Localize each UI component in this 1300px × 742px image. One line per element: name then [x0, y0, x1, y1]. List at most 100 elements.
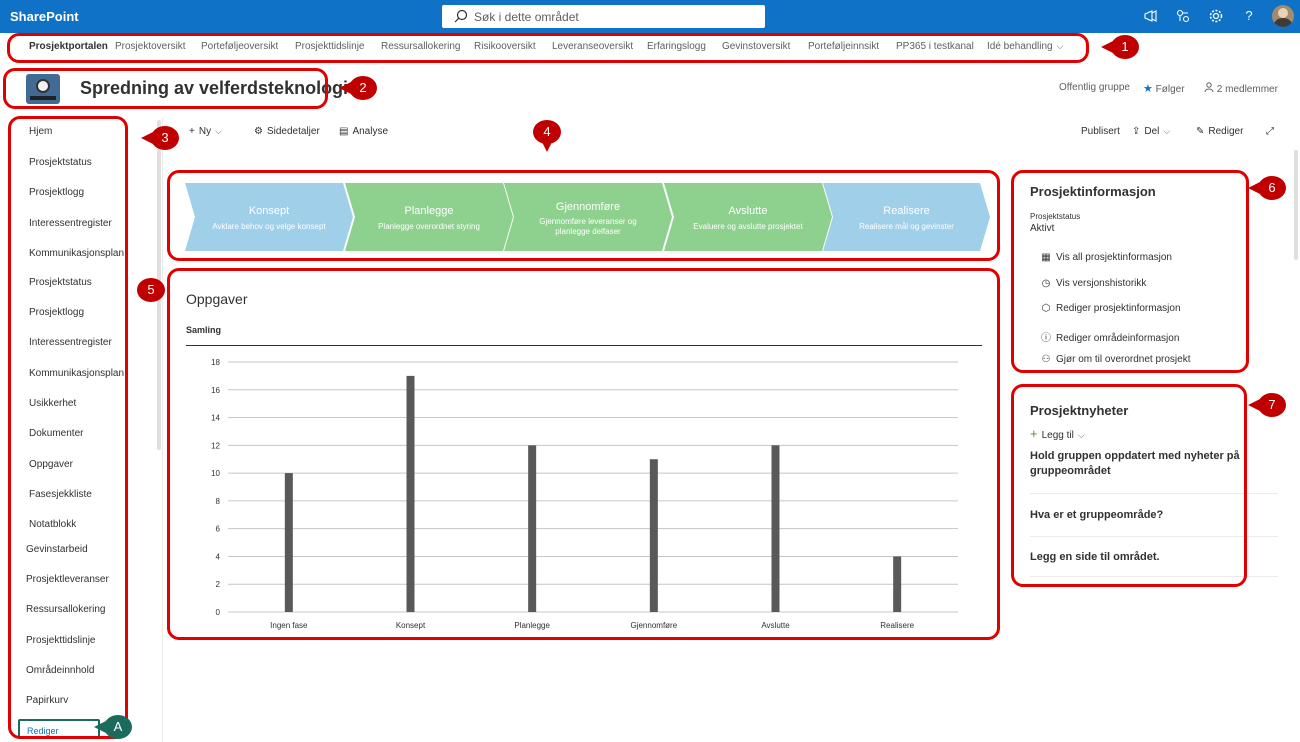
hub-item-prosjektportalen[interactable]: Prosjektportalen [29, 41, 108, 52]
help-icon[interactable]: ? [1241, 8, 1257, 24]
nav-item-usikkerhet[interactable]: Usikkerhet [29, 398, 76, 409]
hub-item-porteføljeinnsikt[interactable]: Porteføljeinnsikt [808, 41, 879, 52]
new-button[interactable]: + Ny ⌵ [189, 126, 222, 137]
hub-item-ressursallokering[interactable]: Ressursallokering [381, 41, 460, 52]
nav-item-prosjektstatus[interactable]: Prosjektstatus [29, 157, 92, 168]
phase-planlegge[interactable]: Planlegge Planlegge overordnet styring [345, 183, 513, 251]
search-icon [454, 9, 468, 23]
bar[interactable] [406, 375, 415, 612]
follow-button[interactable]: ★ Følger [1143, 82, 1185, 95]
phase-realisere[interactable]: Realisere Realisere mål og gevinster [823, 183, 990, 251]
nav-item-prosjektlogg[interactable]: Prosjektlogg [29, 187, 84, 198]
hub-item-risikooversikt[interactable]: Risikooversikt [474, 41, 536, 52]
analytics-button[interactable]: ▤ Analyse [339, 126, 388, 137]
phase-avslutte[interactable]: Avslutte Evaluere og avslutte prosjektet [664, 183, 832, 251]
share-button[interactable]: ⇪ Del ⌵ [1132, 126, 1170, 137]
nav-item-interessentregister[interactable]: Interessentregister [29, 218, 112, 229]
gear-icon[interactable] [1208, 8, 1224, 24]
person-icon [1204, 82, 1214, 93]
phase-gjennomfore-desc: Gjennomføre leveranser og planlegge delf… [539, 217, 637, 236]
new-label: Ny [198, 126, 212, 137]
hub-item-pp365-testkanal[interactable]: PP365 i testkanal [896, 41, 974, 52]
edit-page-label: Rediger [1208, 126, 1244, 137]
version-history-label: Vis versjonshistorikk [1056, 278, 1147, 289]
view-all-project-info-link[interactable]: ▦ Vis all prosjektinformasjon [1040, 252, 1172, 263]
nav-item-prosjekttidslinje[interactable]: Prosjekttidslinje [26, 635, 95, 646]
nav-item-prosjektleveranser[interactable]: Prosjektleveranser [26, 574, 109, 585]
edit-site-info-label: Rediger områdeinformasjon [1056, 333, 1180, 344]
bar[interactable] [649, 459, 658, 612]
hub-item-gevinstoversikt[interactable]: Gevinstoversikt [722, 41, 790, 52]
bar[interactable] [528, 445, 537, 612]
share-icon[interactable] [1175, 8, 1191, 24]
edit-page-button[interactable]: ✎ Rediger [1196, 126, 1243, 137]
sharepoint-brand-link[interactable]: SharePoint [10, 9, 79, 24]
site-title[interactable]: Spredning av velferdsteknologi [80, 78, 348, 99]
nav-item-dokumenter[interactable]: Dokumenter [29, 428, 83, 439]
news-item[interactable]: Hold gruppen oppdatert med nyheter på gr… [1030, 449, 1250, 479]
nav-item-fasesjekkliste[interactable]: Fasesjekkliste [29, 489, 92, 500]
callout-2: 2 [339, 76, 377, 100]
phase-realisere-arrow [823, 183, 990, 251]
view-all-project-info-label: Vis all prosjektinformasjon [1056, 252, 1172, 263]
members-button[interactable]: 2 medlemmer [1204, 82, 1278, 95]
nav-item-gevinstarbeid[interactable]: Gevinstarbeid [26, 544, 88, 555]
hub-item-prosjekttidslinje[interactable]: Prosjekttidslinje [295, 41, 364, 52]
phase-gjennomfore[interactable]: Gjennomføre Gjennomføre leveranser og pl… [504, 183, 672, 251]
convert-parent-project-link[interactable]: ⚇ Gjør om til overordnet prosjekt [1040, 354, 1191, 365]
avatar[interactable] [1272, 5, 1294, 27]
edit-site-info-link[interactable]: ⓘ Rediger områdeinformasjon [1040, 329, 1179, 344]
edit-project-info-label: Rediger prosjektinformasjon [1056, 303, 1181, 314]
bar[interactable] [284, 473, 293, 612]
nav-item-kommunikasjonsplan-2[interactable]: Kommunikasjonsplan [29, 368, 124, 379]
chevron-down-icon: ⌵ [1077, 430, 1085, 440]
edit-nav-link[interactable]: Rediger [18, 719, 100, 738]
nav-item-prosjektlogg-2[interactable]: Prosjektlogg [29, 307, 84, 318]
phase-realisere-title: Realisere [883, 205, 930, 217]
hub-item-prosjektoversikt[interactable]: Prosjektoversikt [115, 41, 186, 52]
phase-konsept[interactable]: Konsept Avklare behov og velge konsept [185, 183, 353, 251]
x-tick-label: Avslutte [761, 621, 790, 630]
page-scrollbar[interactable] [1294, 150, 1298, 260]
edit-project-info-link[interactable]: ⬡ Rediger prosjektinformasjon [1040, 303, 1181, 314]
page-details-button[interactable]: ⚙ Sidedetaljer [254, 126, 320, 137]
nav-item-prosjektstatus-2[interactable]: Prosjektstatus [29, 277, 92, 288]
nav-item-papirkurv[interactable]: Papirkurv [26, 695, 68, 706]
nav-item-interessentregister-2[interactable]: Interessentregister [29, 337, 112, 348]
news-item[interactable]: Legg en side til området. [1030, 550, 1250, 565]
phase-konsept-desc: Avklare behov og velge konsept [212, 222, 326, 231]
plus-icon: + [189, 126, 195, 137]
hub-item-porteføljeoversikt[interactable]: Porteføljeoversikt [201, 41, 278, 52]
bar[interactable] [771, 445, 780, 612]
nav-item-oppgaver[interactable]: Oppgaver [29, 459, 73, 470]
hub-item-erfaringslogg[interactable]: Erfaringslogg [647, 41, 706, 52]
news-divider [1030, 536, 1278, 537]
expand-icon[interactable]: ⤢ [1266, 126, 1274, 137]
news-item[interactable]: Hva er et gruppeområde? [1030, 508, 1250, 523]
phase-planlegge-title: Planlegge [404, 205, 454, 217]
bar[interactable] [893, 556, 902, 612]
nav-divider [162, 118, 163, 742]
megaphone-icon[interactable] [1143, 8, 1159, 24]
hierarchy-icon: ⚇ [1041, 354, 1051, 365]
y-tick-label: 0 [216, 608, 221, 617]
nav-item-ressursallokering[interactable]: Ressursallokering [26, 604, 105, 615]
nav-item-omradeinnhold[interactable]: Områdeinnhold [26, 665, 94, 676]
y-tick-label: 14 [211, 414, 220, 423]
tasks-chart: 0 2 4 6 8 10 12 14 16 18 Ingen fase Konsept Planlegg… [211, 358, 958, 630]
convert-parent-project-label: Gjør om til overordnet prosjekt [1056, 354, 1191, 365]
search-box[interactable]: Søk i dette området [442, 5, 765, 28]
y-tick-label: 2 [216, 580, 221, 589]
nav-item-notatblokk[interactable]: Notatblokk [29, 519, 76, 530]
phase-avslutte-desc: Evaluere og avslutte prosjektet [693, 222, 803, 231]
hub-item-leveranseoversikt[interactable]: Leveranseoversikt [552, 41, 633, 52]
nav-item-kommunikasjonsplan[interactable]: Kommunikasjonsplan [29, 248, 124, 259]
site-logo[interactable] [26, 74, 60, 104]
analytics-label: Analyse [352, 126, 389, 137]
nav-item-hjem[interactable]: Hjem [29, 126, 52, 137]
add-news-button[interactable]: + Legg til ⌵ [1030, 426, 1085, 441]
hub-item-ide-behandling[interactable]: Idé behandling ⌵ [987, 41, 1063, 52]
pencil-icon: ✎ [1196, 126, 1205, 137]
chevron-down-icon: ⌵ [215, 126, 222, 136]
version-history-link[interactable]: ◷ Vis versjonshistorikk [1040, 278, 1147, 289]
